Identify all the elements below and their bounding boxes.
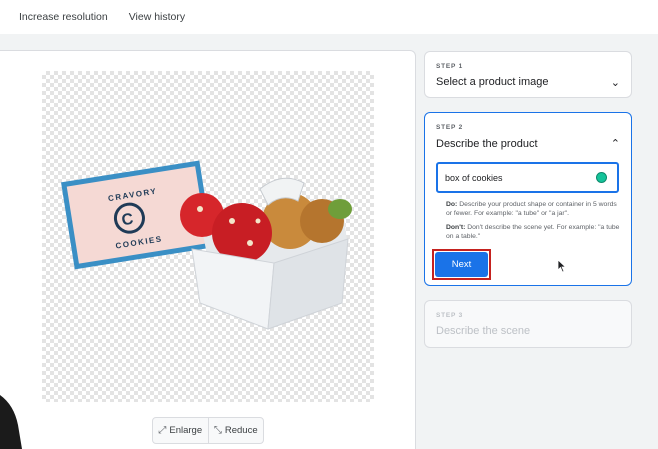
pistachio-cookie [328, 199, 352, 219]
zoom-controls: ⤢ Enlarge ⤡ Reduce [152, 417, 264, 444]
do-label: Do: [446, 201, 458, 208]
product-description-value: box of cookies [445, 172, 503, 183]
step-3-card: STEP 3 Describe the scene [424, 300, 632, 348]
step-2-card: STEP 2 Describe the product ⌃ box of coo… [424, 112, 632, 286]
product-image: C CRAVORY COOKIES [42, 71, 374, 402]
image-canvas-panel: C CRAVORY COOKIES ⤢ Enlarge ⤡ Reduce [0, 50, 416, 449]
reduce-label: Reduce [224, 425, 258, 436]
product-description-input[interactable]: box of cookies [436, 162, 619, 193]
increase-resolution-link[interactable]: Increase resolution [19, 11, 108, 23]
do-text: Describe your product shape or container… [446, 201, 617, 217]
presenter-silhouette [0, 395, 22, 449]
chip [197, 206, 203, 212]
enlarge-label: Enlarge [169, 425, 203, 436]
step-3-label: STEP 3 [436, 312, 464, 319]
step-1-card[interactable]: STEP 1 Select a product image ⌄ [424, 51, 632, 98]
step-1-label: STEP 1 [436, 63, 464, 70]
dont-tip: Don't: Don't describe the scene yet. For… [446, 223, 624, 241]
step-2-title: Describe the product [436, 138, 538, 150]
box-front-left [191, 248, 275, 330]
chip [247, 240, 253, 246]
step-1-title: Select a product image [436, 76, 549, 88]
enlarge-icon: ⤢ [158, 425, 167, 436]
step-2-label: STEP 2 [436, 124, 464, 131]
chip [255, 218, 261, 224]
top-toolbar: Increase resolution View history [0, 0, 658, 34]
reduce-icon: ⤡ [213, 425, 222, 436]
mouse-cursor-icon [557, 259, 567, 273]
chevron-up-icon[interactable]: ⌃ [611, 137, 620, 150]
enlarge-button[interactable]: ⤢ Enlarge [153, 418, 208, 443]
dont-text: Don't describe the scene yet. For exampl… [446, 224, 620, 240]
view-history-link[interactable]: View history [129, 11, 185, 23]
dont-label: Don't: [446, 224, 466, 231]
step-3-title: Describe the scene [436, 325, 531, 337]
cookie-box-illustration: C CRAVORY COOKIES [61, 160, 352, 330]
next-button[interactable]: Next [435, 252, 488, 277]
do-tip: Do: Describe your product shape or conta… [446, 200, 624, 218]
reduce-button[interactable]: ⤡ Reduce [207, 418, 264, 443]
grammarly-icon[interactable] [596, 172, 607, 183]
chip [229, 218, 235, 224]
chevron-down-icon[interactable]: ⌄ [611, 76, 620, 89]
